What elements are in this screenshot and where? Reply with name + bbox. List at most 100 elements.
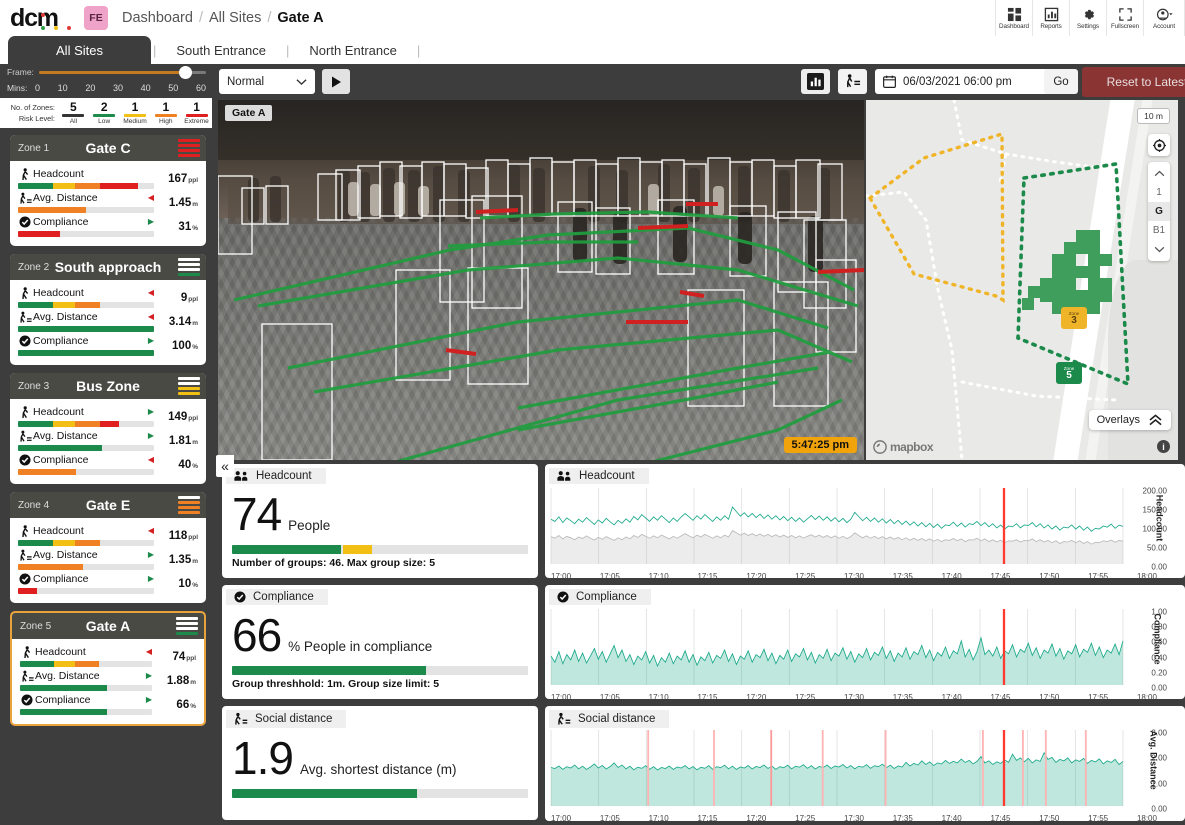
zone-risk-indicator[interactable] bbox=[178, 496, 200, 514]
x-tick-label: 17:45 bbox=[990, 572, 1010, 578]
kpi-header: Headcount bbox=[226, 468, 326, 484]
kpi-body: 1.9Avg. shortest distance (m) bbox=[222, 729, 538, 811]
chart-compliance[interactable]: Compliance0.000.200.400.600.801.00Compli… bbox=[545, 585, 1185, 699]
risk-filter-low[interactable]: 2Low bbox=[89, 101, 120, 125]
tab-divider-3: | bbox=[415, 43, 422, 58]
tab-divider-1: | bbox=[151, 43, 158, 58]
tab-south-entrance[interactable]: South Entrance bbox=[158, 36, 284, 64]
map-level-selector[interactable]: 1 G B1 bbox=[1148, 162, 1170, 261]
breadcrumb-gate-a[interactable]: Gate A bbox=[277, 10, 323, 26]
chart-svg bbox=[545, 482, 1129, 572]
zone-card-header[interactable]: Zone 4Gate E bbox=[10, 492, 206, 518]
zone-card-header[interactable]: Zone 5Gate A bbox=[12, 613, 204, 639]
zone-card-header[interactable]: Zone 2South approach bbox=[10, 254, 206, 280]
zone-card-5[interactable]: Zone 5Gate AHeadcount◀74pplAvg. Distance… bbox=[10, 611, 206, 726]
map-level-b1[interactable]: B1 bbox=[1148, 221, 1170, 240]
datetime-input[interactable]: 06/03/2021 06:00 pm bbox=[875, 69, 1057, 94]
risk-bar bbox=[178, 149, 200, 152]
x-tick-label: 17:55 bbox=[1088, 572, 1108, 578]
map-info-button[interactable]: i bbox=[1157, 440, 1170, 453]
zone-index: Zone 5 bbox=[20, 621, 51, 632]
mins-tick: 50 bbox=[168, 83, 178, 93]
zone-card-body: Headcount◀74pplAvg. Distance▶1.88mCompli… bbox=[12, 639, 204, 724]
collapse-sidebar-button[interactable]: « bbox=[216, 455, 234, 477]
chart-headcount[interactable]: Headcount0.0050.00100.00150.00200.00Head… bbox=[545, 464, 1185, 578]
zone-risk-indicator[interactable] bbox=[176, 617, 198, 635]
breadcrumb-separator-2: / bbox=[267, 10, 271, 26]
map-level-g[interactable]: G bbox=[1148, 202, 1170, 221]
risk-filter-bar bbox=[93, 114, 115, 117]
map-pin-zone-5[interactable]: Zone 5 bbox=[1056, 362, 1082, 384]
tab-north-entrance[interactable]: North Entrance bbox=[291, 36, 414, 64]
map-locate-button[interactable] bbox=[1148, 134, 1170, 156]
video-panel[interactable]: Gate A 5:47:25 pm bbox=[218, 100, 864, 460]
chart-x-axis: 17:0017:0517:1017:1517:2017:2517:3017:35… bbox=[545, 693, 1185, 699]
map-level-1[interactable]: 1 bbox=[1148, 183, 1170, 202]
map-level-up[interactable] bbox=[1148, 164, 1170, 183]
reset-to-latest-button[interactable]: Reset to Latest bbox=[1082, 67, 1185, 97]
nav-settings[interactable]: Settings bbox=[1069, 0, 1106, 36]
compliance-value: 66% bbox=[152, 699, 196, 711]
nav-account[interactable]: Account bbox=[1143, 0, 1185, 36]
distance-toggle-button[interactable] bbox=[838, 69, 867, 94]
breadcrumb-dashboard[interactable]: Dashboard bbox=[122, 10, 193, 26]
zone-risk-indicator[interactable] bbox=[178, 377, 200, 395]
tab-all-sites[interactable]: All Sites bbox=[8, 36, 151, 64]
heatmap-cells bbox=[1022, 230, 1112, 314]
y-tick-label: 0.20 bbox=[1151, 668, 1167, 677]
zone-metric-distance: Avg. Distance◀1.45m bbox=[18, 191, 198, 215]
kpi-title: Headcount bbox=[256, 470, 312, 482]
chart-social-distance[interactable]: Social distance0.001.002.003.00Avg. Dist… bbox=[545, 706, 1185, 821]
frame-label: Frame: bbox=[7, 67, 39, 77]
zone-risk-indicator[interactable] bbox=[178, 139, 200, 157]
risk-filter-medium[interactable]: 1Medium bbox=[120, 101, 151, 125]
nav-dashboard[interactable]: Dashboard bbox=[995, 0, 1032, 36]
zone-card-2[interactable]: Zone 2South approachHeadcount◀9pplAvg. D… bbox=[10, 254, 206, 365]
distance-meter bbox=[18, 207, 154, 213]
risk-filter-high[interactable]: 1High bbox=[150, 101, 181, 125]
zone-card-4[interactable]: Zone 4Gate EHeadcount◀118pplAvg. Distanc… bbox=[10, 492, 206, 603]
risk-filter-extreme[interactable]: 1Extreme bbox=[181, 101, 212, 125]
x-tick-label: 17:35 bbox=[893, 814, 913, 821]
chart-toggle-button[interactable] bbox=[801, 69, 830, 94]
zone-card-3[interactable]: Zone 3Bus ZoneHeadcount▶149pplAvg. Dista… bbox=[10, 373, 206, 484]
kpi-meter-segment bbox=[374, 545, 409, 554]
map-overlays-button[interactable]: Overlays bbox=[1089, 410, 1171, 430]
metric-label-headcount: Headcount bbox=[33, 525, 84, 537]
nav-fullscreen[interactable]: Fullscreen bbox=[1106, 0, 1143, 36]
mins-tick: 0 bbox=[35, 83, 40, 93]
zone-summary-labels: No. of Zones: Risk Level: bbox=[0, 102, 58, 124]
slider-knob[interactable] bbox=[179, 66, 192, 79]
kpi-card-social-distance: Social distance1.9Avg. shortest distance… bbox=[222, 706, 538, 820]
compliance-meter bbox=[18, 350, 154, 356]
kpi-unit: Avg. shortest distance (m) bbox=[300, 762, 457, 777]
x-tick-label: 17:45 bbox=[990, 814, 1010, 821]
frame-slider[interactable] bbox=[39, 64, 206, 80]
zone-card-list[interactable]: Zone 1Gate CHeadcount167pplAvg. Distance… bbox=[0, 128, 212, 825]
map-pin-zone-3[interactable]: Zone 3 bbox=[1061, 307, 1087, 329]
zone-risk-indicator[interactable] bbox=[178, 258, 200, 276]
x-tick-label: 17:30 bbox=[844, 572, 864, 578]
kpi-meter-segment bbox=[419, 789, 528, 798]
play-button[interactable] bbox=[322, 69, 350, 94]
mapbox-icon bbox=[873, 440, 887, 454]
zone-metric-compliance: Compliance▶31% bbox=[18, 215, 198, 239]
headcount-meter bbox=[18, 302, 154, 308]
risk-filter-all[interactable]: 5All bbox=[58, 101, 89, 125]
zone-card-1[interactable]: Zone 1Gate CHeadcount167pplAvg. Distance… bbox=[10, 135, 206, 246]
breadcrumb-all-sites[interactable]: All Sites bbox=[209, 10, 261, 26]
mode-select[interactable]: Normal bbox=[219, 69, 315, 94]
chart-x-axis: 17:0017:0517:1017:1517:2017:2517:3017:35… bbox=[545, 814, 1185, 821]
app-logo[interactable]: dcm bbox=[10, 5, 76, 31]
x-tick-label: 17:05 bbox=[600, 814, 620, 821]
zone-card-header[interactable]: Zone 1Gate C bbox=[10, 135, 206, 161]
nav-reports[interactable]: Reports bbox=[1032, 0, 1069, 36]
account-icon bbox=[1156, 7, 1173, 22]
map-panel[interactable]: Zone 3 Zone 5 10 m 1 G B1 bbox=[866, 100, 1178, 460]
avatar[interactable]: FE bbox=[84, 6, 108, 30]
map-level-down[interactable] bbox=[1148, 240, 1170, 259]
go-button[interactable]: Go bbox=[1044, 69, 1078, 94]
people-icon bbox=[557, 470, 572, 482]
zone-card-header[interactable]: Zone 3Bus Zone bbox=[10, 373, 206, 399]
kpi-body: 74PeopleNumber of groups: 46. Max group … bbox=[222, 485, 538, 578]
